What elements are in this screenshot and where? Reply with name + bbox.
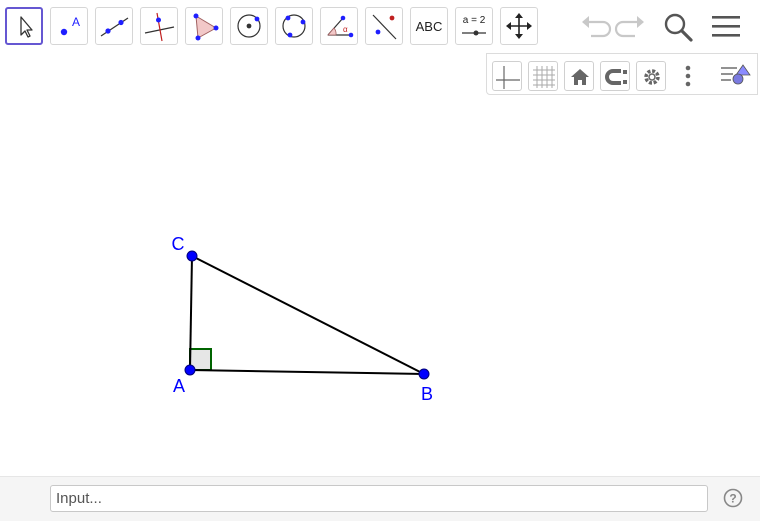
tool-move-view[interactable] (500, 7, 538, 45)
toolbar: A α ABC a = 2 (0, 0, 760, 52)
tool-reflect[interactable] (365, 7, 403, 45)
perpendicular-tool-icon (144, 12, 175, 42)
tool-move[interactable] (5, 7, 43, 45)
tool-point[interactable]: A (50, 7, 88, 45)
tool-angle[interactable]: α (320, 7, 358, 45)
grid-icon (533, 66, 555, 88)
redo-button[interactable] (613, 9, 649, 45)
input-bar: ? (0, 476, 760, 521)
axes-button[interactable] (492, 61, 522, 91)
segment-bc[interactable] (191, 255, 425, 375)
svg-text:α: α (343, 25, 348, 34)
slider-tool-icon (462, 30, 486, 36)
reflect-tool-icon (372, 14, 397, 40)
search-icon (664, 13, 693, 42)
svg-text:A: A (72, 15, 80, 29)
tool-circle-three-points[interactable] (275, 7, 313, 45)
undo-button[interactable] (577, 9, 613, 45)
tool-polygon[interactable] (185, 7, 223, 45)
tool-circle-center[interactable] (230, 7, 268, 45)
undo-icon (582, 16, 612, 38)
move-tool-icon (20, 16, 33, 38)
point-label-b: B (421, 384, 433, 404)
home-button[interactable] (564, 61, 594, 91)
line-tool-icon (100, 17, 129, 37)
home-icon (571, 69, 589, 85)
axes-icon (496, 66, 520, 89)
algebra-input[interactable] (50, 485, 708, 512)
point-tool-icon: A (60, 15, 80, 36)
menu-icon (712, 16, 740, 37)
more-icon (685, 65, 691, 87)
move-view-tool-icon (506, 13, 532, 39)
toggle-style-bar-button[interactable] (717, 60, 753, 92)
point-label-a: A (173, 376, 185, 396)
point-c[interactable] (186, 250, 198, 262)
tool-slider[interactable]: a = 2 (455, 7, 493, 45)
polygon-tool-icon (193, 13, 219, 41)
style-bar (486, 53, 758, 95)
graphics-canvas[interactable]: A B C (0, 52, 760, 476)
help-icon: ? (723, 488, 743, 508)
help-button[interactable]: ? (723, 488, 743, 508)
redo-icon (614, 16, 644, 38)
settings-button[interactable] (636, 61, 666, 91)
point-b[interactable] (418, 368, 430, 380)
text-tool-icon: ABC (415, 19, 443, 34)
circle-center-point-tool-icon (237, 14, 261, 38)
point-capturing-icon (605, 69, 627, 85)
main-menu-button[interactable] (708, 9, 744, 45)
svg-text:?: ? (729, 492, 736, 506)
toggle-style-bar-icon (721, 64, 751, 85)
point-a[interactable] (184, 364, 196, 376)
angle-tool-icon: α (327, 15, 354, 38)
point-capturing-button[interactable] (600, 61, 630, 91)
grid-button[interactable] (528, 61, 558, 91)
point-label-c: C (172, 234, 185, 254)
settings-icon (644, 69, 660, 85)
tool-text[interactable]: ABC (410, 7, 448, 45)
circle-three-points-tool-icon (282, 14, 306, 38)
search-button[interactable] (660, 9, 696, 45)
tool-perpendicular[interactable] (140, 7, 178, 45)
more-button[interactable] (675, 61, 701, 91)
segment-ab[interactable] (189, 369, 425, 375)
tool-line[interactable] (95, 7, 133, 45)
graphics-view[interactable]: A B C (0, 52, 760, 476)
